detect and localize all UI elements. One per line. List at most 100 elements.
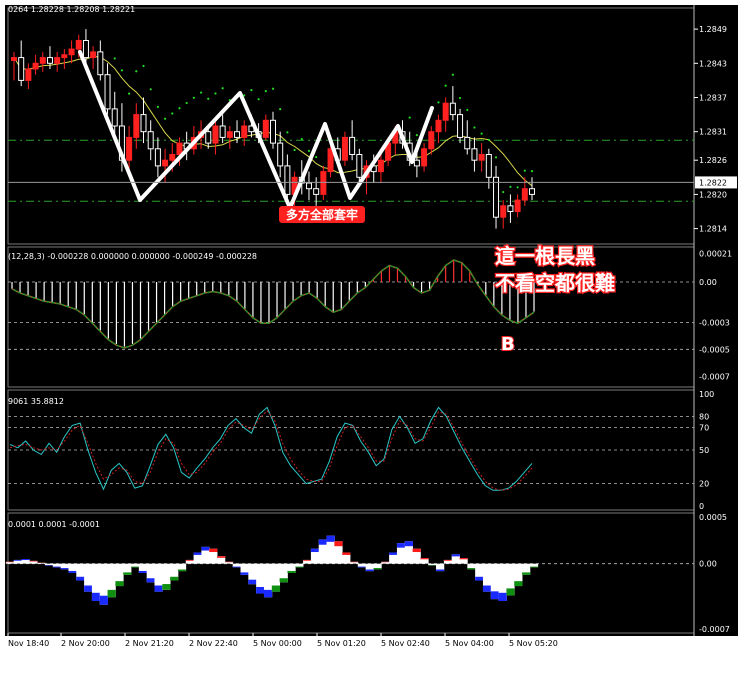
candle-body	[472, 149, 477, 160]
osc-bar-tip	[53, 567, 61, 568]
time-tick-label: 2 Nov 21:20	[125, 639, 174, 648]
osc-bar-tip	[280, 578, 288, 582]
sar-dot	[272, 88, 274, 90]
candle-body	[422, 149, 427, 166]
sar-dot	[186, 102, 188, 104]
osc-bar-tip	[61, 568, 69, 569]
candle-body	[436, 120, 441, 131]
sar-dot	[157, 106, 159, 108]
sar-dot	[437, 101, 439, 103]
osc-bar-tip	[319, 539, 327, 544]
osc-bar-tip	[491, 591, 499, 599]
sar-dot	[171, 112, 173, 114]
osc-bar-tip	[76, 577, 84, 581]
osc-bar-tip	[475, 577, 483, 581]
sar-dot	[135, 70, 137, 72]
price-tick-label: 1.2831	[699, 128, 727, 137]
candle-body	[242, 126, 247, 137]
osc-bar-tip	[241, 572, 249, 574]
macd-header-text: (12,28,3) -0.000228 0.000000 0.000000 -0…	[8, 252, 257, 261]
sar-dot	[459, 97, 461, 99]
osc-bar-tip	[342, 552, 350, 554]
candle-body	[350, 137, 355, 154]
price-tick-label: 1.2814	[699, 225, 727, 234]
macd-tick-label: 0.00	[699, 278, 717, 287]
stoch-tick-label: 20	[699, 480, 709, 489]
macd-b-label: B	[501, 334, 515, 355]
candle-body	[134, 115, 139, 138]
candle-body	[155, 149, 160, 166]
candle-body	[414, 160, 419, 166]
stoch-tick-label: 50	[699, 446, 709, 455]
osc-tick-label: 0.00	[699, 560, 717, 569]
osc-bar-tip	[84, 586, 92, 592]
sar-dot	[473, 126, 475, 128]
long-black-annotation-line2: 不看空都很難	[495, 271, 615, 295]
candle-body	[321, 172, 326, 195]
candle-body	[163, 160, 168, 166]
osc-tick-label: 0.0005	[699, 513, 727, 522]
osc-header-text: 0.0001 0.0001 -0.0001	[8, 520, 100, 529]
candle-body	[220, 126, 225, 137]
sar-dot	[114, 57, 116, 59]
osc-bar-tip	[514, 581, 522, 586]
candle-body	[69, 49, 74, 55]
sar-dot	[452, 74, 454, 76]
osc-bar-tip	[178, 569, 186, 571]
price-tick-label: 1.2826	[699, 156, 727, 165]
stoch-header-text: 9061 35.8812	[8, 397, 64, 406]
candle-body	[278, 143, 283, 166]
sar-dot	[207, 98, 209, 100]
candle-body	[170, 155, 175, 161]
osc-bar-tip	[92, 593, 100, 601]
osc-bar-tip	[452, 554, 460, 556]
candle-body	[314, 189, 319, 195]
osc-bar-tip	[287, 571, 295, 573]
sar-dot	[222, 87, 224, 89]
candle-body	[378, 160, 383, 171]
osc-bar-tip	[303, 560, 311, 561]
osc-bar-tip	[530, 567, 538, 568]
sar-dot	[315, 156, 317, 158]
stoch-tick-label: 70	[699, 424, 709, 433]
osc-bar-tip	[14, 560, 22, 561]
osc-bar-tip	[467, 568, 475, 569]
osc-bar-tip	[22, 559, 30, 560]
osc-bar-tip	[194, 552, 202, 554]
osc-bar-tip	[444, 560, 452, 561]
osc-bar-tip	[233, 567, 241, 568]
candle-body	[342, 137, 347, 160]
time-tick-label: 2 Nov 22:40	[189, 639, 238, 648]
macd-tick-label: 0.00021	[699, 250, 732, 259]
osc-bar-tip	[186, 560, 194, 561]
sar-dot	[178, 107, 180, 109]
sar-dot	[495, 156, 497, 158]
osc-bar-tip	[248, 580, 256, 585]
osc-bar-tip	[256, 587, 264, 594]
osc-bar-tip	[522, 572, 530, 574]
current-price-label: 1.2822	[699, 178, 727, 187]
osc-bar-tip	[272, 586, 280, 592]
candle-body	[148, 132, 153, 149]
price-tick-label: 1.2820	[699, 190, 727, 199]
time-tick-label: Nov 18:40	[8, 639, 49, 648]
osc-bar-tip	[460, 558, 468, 559]
candle-body	[76, 41, 81, 50]
osc-bar-tip	[264, 590, 272, 597]
osc-bar-tip	[115, 581, 123, 586]
osc-bar-tip	[170, 577, 178, 581]
osc-bar-tip	[100, 596, 108, 605]
time-tick-label: 5 Nov 02:40	[381, 639, 430, 648]
price-tick-label: 1.2843	[699, 59, 727, 68]
sar-dot	[488, 139, 490, 141]
sar-dot	[150, 88, 152, 90]
sar-dot	[517, 186, 519, 188]
osc-bar-tip	[147, 578, 155, 582]
trading-chart: 0264 1.28228 1.28208 1.28221 (12,28,3) -…	[0, 0, 743, 671]
macd-tick-label: -0.0007	[699, 372, 730, 381]
stoch-tick-label: 100	[699, 390, 714, 399]
sar-dot	[308, 150, 310, 152]
osc-bar-tip	[295, 567, 303, 568]
candle-body	[263, 120, 268, 137]
sar-dot	[293, 149, 295, 151]
